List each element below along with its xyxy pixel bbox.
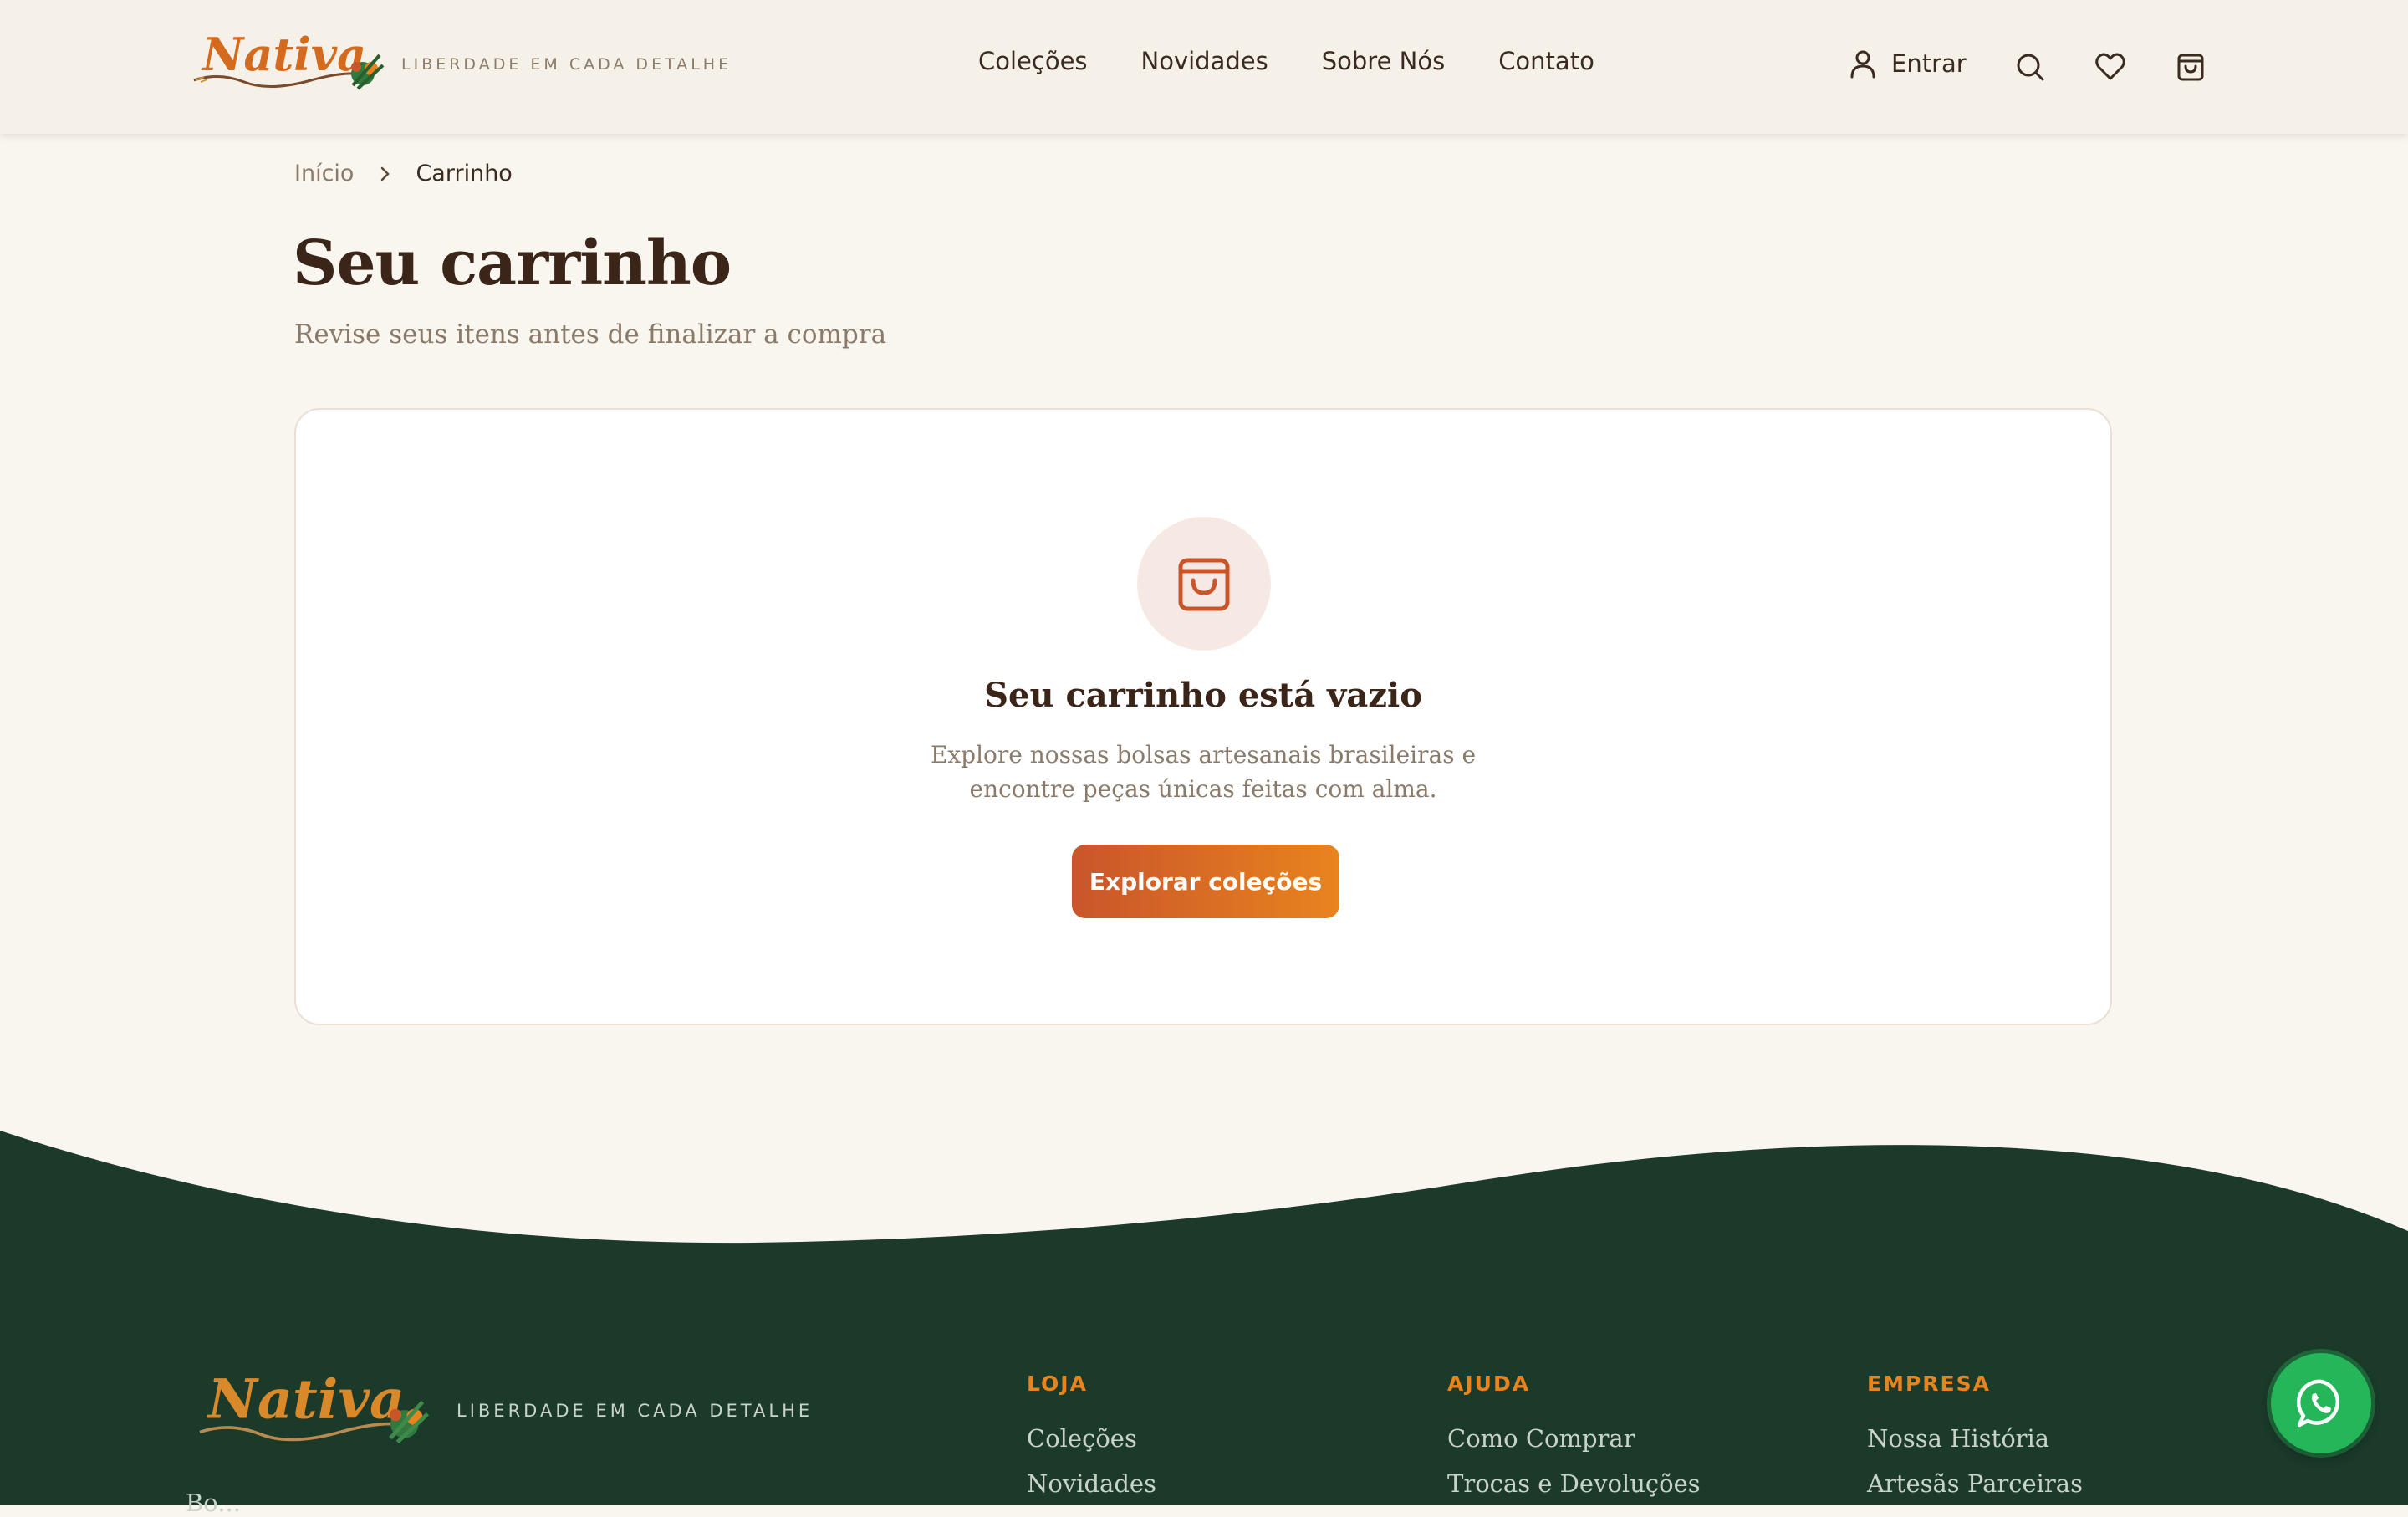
shopping-bag-icon — [2177, 54, 2204, 81]
empty-cart-message: Explore nossas bolsas artesanais brasile… — [296, 738, 2110, 806]
footer-link-colecoes[interactable]: Coleções — [1027, 1424, 1156, 1453]
site-header: Nativa LIBERDADE EM CADA DETALHE Coleçõe… — [0, 0, 2408, 134]
chevron-right-icon — [381, 166, 390, 181]
login-label: Entrar — [1891, 49, 1967, 78]
footer-column-title: EMPRESA — [1867, 1371, 1991, 1396]
nativa-logo-icon: Nativa — [193, 28, 385, 90]
empty-cart-icon-badge — [1137, 517, 1271, 651]
page-subtitle: Revise seus itens antes de finalizar a c… — [294, 319, 887, 350]
footer-description: Bo... — [186, 1489, 241, 1517]
footer-link-nossa-historia[interactable]: Nossa História — [1867, 1424, 2083, 1453]
empty-cart-card: Seu carrinho está vazio Explore nossas b… — [294, 408, 2112, 1025]
shopping-bag-icon — [1178, 558, 1230, 611]
heart-icon — [2095, 53, 2125, 80]
svg-text:Nativa: Nativa — [207, 1368, 405, 1432]
login-button[interactable]: Entrar — [1846, 47, 1967, 80]
main-nav: Coleções Novidades Sobre Nós Contato — [978, 47, 1594, 75]
nav-item-sobre-nos[interactable]: Sobre Nós — [1322, 47, 1445, 75]
breadcrumb-current: Carrinho — [416, 161, 513, 186]
footer-column-loja: LOJA Coleções Novidades — [1027, 1371, 1156, 1498]
whatsapp-button[interactable] — [2271, 1353, 2371, 1453]
whatsapp-icon — [2296, 1379, 2339, 1428]
nav-item-contato[interactable]: Contato — [1498, 47, 1594, 75]
breadcrumb-home[interactable]: Início — [294, 161, 354, 186]
empty-cart-message-line-1: Explore nossas bolsas artesanais brasile… — [930, 741, 1477, 769]
footer-brand-tagline: LIBERDADE EM CADA DETALHE — [457, 1401, 814, 1421]
brand-logo[interactable]: Nativa LIBERDADE EM CADA DETALHE — [186, 22, 732, 105]
nav-item-colecoes[interactable]: Coleções — [978, 47, 1088, 75]
empty-cart-message-line-2: encontre peças únicas feitas com alma. — [969, 775, 1437, 803]
breadcrumb: Início Carrinho — [294, 161, 513, 186]
footer-column-ajuda: AJUDA Como Comprar Trocas e Devoluções — [1447, 1371, 1701, 1498]
search-icon — [2017, 54, 2044, 81]
footer-brand-logo[interactable]: Nativa LIBERDADE EM CADA DETALHE — [186, 1360, 813, 1460]
footer-link-como-comprar[interactable]: Como Comprar — [1447, 1424, 1701, 1453]
footer-column-empresa: EMPRESA Nossa História Artesãs Parceiras — [1867, 1371, 2083, 1498]
footer-link-novidades[interactable]: Novidades — [1027, 1469, 1156, 1498]
search-button[interactable] — [2013, 50, 2047, 87]
nav-item-novidades[interactable]: Novidades — [1141, 47, 1268, 75]
footer-link-artesas-parceiras[interactable]: Artesãs Parceiras — [1867, 1469, 2083, 1498]
explore-collections-button[interactable]: Explorar coleções — [1072, 845, 1339, 918]
user-icon — [1850, 50, 1875, 79]
cart-button[interactable] — [2174, 50, 2207, 87]
empty-cart-title: Seu carrinho está vazio — [984, 676, 1422, 715]
brand-tagline: LIBERDADE EM CADA DETALHE — [401, 55, 732, 74]
svg-text:Nativa: Nativa — [201, 28, 366, 81]
page-title: Seu carrinho — [293, 227, 732, 299]
nativa-logo-icon: Nativa — [199, 1368, 430, 1444]
footer-column-title: AJUDA — [1447, 1371, 1531, 1396]
wishlist-button[interactable] — [2094, 50, 2127, 87]
footer-column-title: LOJA — [1027, 1371, 1088, 1396]
footer-link-trocas-devolucoes[interactable]: Trocas e Devoluções — [1447, 1469, 1701, 1498]
